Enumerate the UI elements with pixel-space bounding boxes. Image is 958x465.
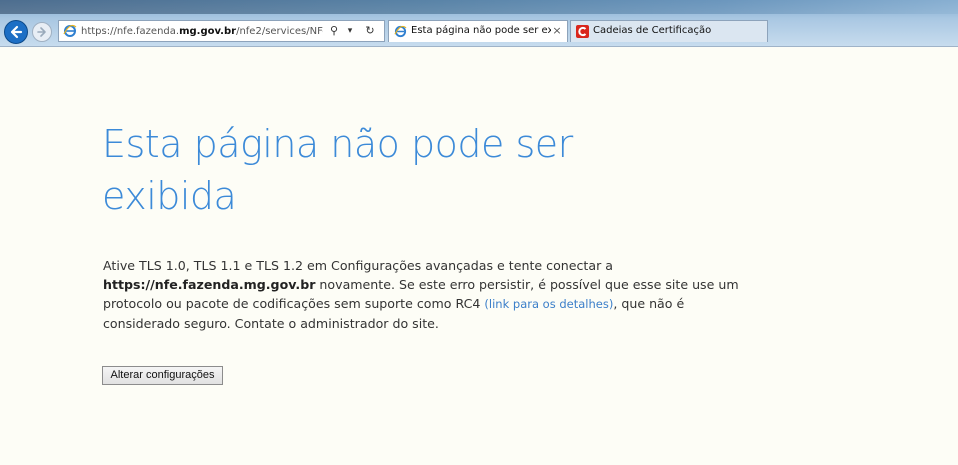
window-frame: [0, 0, 958, 14]
description-text: Ative TLS 1.0, TLS 1.1 e TLS 1.2 em Conf…: [103, 258, 613, 273]
browser-toolbar: https://nfe.fazenda.mg.gov.br/nfe2/servi…: [0, 0, 958, 47]
tab-error-page[interactable]: Esta página não pode ser ex... ×: [388, 20, 568, 42]
site-host: https://nfe.fazenda.mg.gov.br: [103, 277, 316, 292]
close-icon[interactable]: ×: [552, 21, 562, 41]
url-path: /nfe2/services/NFeCons: [236, 26, 323, 37]
tab-certification-chains[interactable]: Cadeias de Certificação: [570, 20, 768, 42]
chevron-down-icon[interactable]: ▾: [343, 24, 357, 38]
address-bar[interactable]: https://nfe.fazenda.mg.gov.br/nfe2/servi…: [58, 20, 385, 42]
ie-icon: [63, 24, 77, 37]
back-button[interactable]: [4, 20, 28, 44]
page-title: Esta página não pode ser exibida: [102, 122, 573, 218]
url-prefix: https://nfe.fazenda.: [81, 26, 180, 37]
back-arrow-icon: [10, 25, 23, 39]
forward-arrow-icon: [37, 27, 46, 37]
details-link[interactable]: (link para os detalhes): [484, 297, 613, 311]
search-icon[interactable]: ⚲: [327, 24, 341, 38]
url-host: mg.gov.br: [179, 26, 237, 37]
refresh-icon[interactable]: ↻: [363, 24, 377, 38]
error-description: Ative TLS 1.0, TLS 1.1 e TLS 1.2 em Conf…: [103, 256, 743, 333]
tab-label: Cadeias de Certificação: [593, 25, 712, 36]
ie-icon: [394, 25, 407, 38]
address-url[interactable]: https://nfe.fazenda.mg.gov.br/nfe2/servi…: [81, 25, 323, 39]
forward-button[interactable]: [32, 22, 52, 42]
change-settings-button[interactable]: Alterar configurações: [102, 366, 223, 385]
red-c-icon: [576, 25, 589, 38]
tab-strip-empty-area[interactable]: [768, 20, 958, 42]
tab-label: Esta página não pode ser ex...: [411, 25, 551, 36]
